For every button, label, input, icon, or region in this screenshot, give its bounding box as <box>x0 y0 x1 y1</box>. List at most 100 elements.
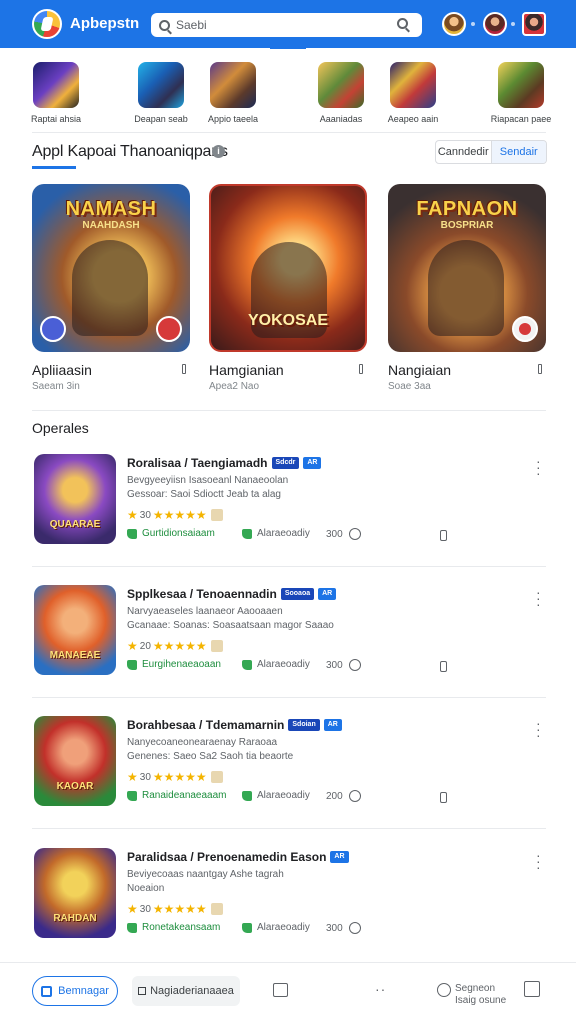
action-link[interactable]: Eurgihenaeaoaan <box>127 659 221 670</box>
icon-row-item[interactable]: Aeapeo aain <box>378 62 448 124</box>
stars-icon: ★★★★★ <box>152 639 207 653</box>
tag-badge: AR <box>323 719 342 731</box>
info-icon[interactable]: i <box>212 145 225 158</box>
clock-icon <box>437 983 451 997</box>
action-link[interactable]: Alaraeoadiy <box>242 790 310 801</box>
action-label: Ronetakeansaam <box>142 922 221 933</box>
list-item[interactable]: RAHDAN Paralidsaa / Prenoenamedin Eason … <box>32 848 546 948</box>
tag-badge: AR <box>318 588 337 600</box>
more-options-icon[interactable]: · · · <box>536 585 541 611</box>
icon-row-item[interactable]: Aaaniadas <box>306 62 376 124</box>
separator-dot <box>471 22 475 26</box>
thumbs-up-icon <box>127 528 137 539</box>
bookmark-icon[interactable] <box>538 364 542 374</box>
action-link[interactable]: Gurtidionsaiaam <box>127 528 215 539</box>
thumbs-up-icon <box>127 659 137 670</box>
home-label: Bemnagar <box>58 985 109 997</box>
search-submit-icon[interactable] <box>397 18 408 29</box>
action-count[interactable]: 300 <box>326 528 361 540</box>
more-icon[interactable]: ·· <box>375 981 386 997</box>
featured-name: Nangiaian <box>388 362 452 378</box>
navigation-button[interactable]: Nagiaderianaaea <box>132 976 240 1006</box>
action-link[interactable]: Ranaideanaeaaam <box>127 790 227 801</box>
tag-badge: Sdoian <box>288 719 320 731</box>
segment-right[interactable]: Sendair <box>491 141 546 163</box>
icon-row-label: Raptai ahsia <box>30 114 82 124</box>
search-input[interactable]: Saebi <box>151 13 422 37</box>
app-genre: Noeaion <box>127 883 165 894</box>
edit-icon[interactable] <box>524 981 540 997</box>
icon-row-item[interactable]: Raptai ahsia <box>21 62 91 124</box>
icon-row-item[interactable]: Deapan seab <box>126 62 196 124</box>
featured-card[interactable]: FAPNAON BOSPRIAR Nangiaian Soae 3aa <box>388 184 546 392</box>
app-title-text: Spplkesaa / Tenoaennadin <box>127 587 277 601</box>
thumbs-up-icon <box>242 790 252 801</box>
hero-figure <box>72 240 148 336</box>
icon-row-item[interactable]: Appio taeela <box>198 62 268 124</box>
list-item[interactable]: MANAEAE Spplkesaa / Tenoaennadin Sooaoa … <box>32 585 546 685</box>
action-link[interactable]: Alaraeoadiy <box>242 922 310 933</box>
device-icon[interactable] <box>440 661 447 672</box>
avatar[interactable] <box>483 12 507 36</box>
share-icon <box>348 790 361 802</box>
app-title: Roralisaa / Taengiamadh Sdcdr AR <box>127 456 322 470</box>
thumbs-up-icon <box>127 790 137 801</box>
list-item[interactable]: QUAARAE Roralisaa / Taengiamadh Sdcdr AR… <box>32 454 546 554</box>
icon-row-item[interactable]: Riapacan paee <box>486 62 556 124</box>
bookmark-icon[interactable] <box>182 364 186 374</box>
rating-value: 30 <box>139 903 151 915</box>
count-label: 300 <box>326 528 343 540</box>
app-title-text: Borahbesaa / Tdemamarnin <box>127 718 285 732</box>
rating: ★ 30 ★★★★★ <box>127 770 223 784</box>
action-count[interactable]: 200 <box>326 790 361 802</box>
updates-button[interactable]: Segneon Isaig osune <box>437 983 506 1007</box>
library-icon[interactable] <box>273 983 288 997</box>
more-options-icon[interactable]: · · · <box>536 848 541 874</box>
rating: ★ 20 ★★★★★ <box>127 639 223 653</box>
featured-card[interactable]: NAMASH NAAHDASH Apliiaasin Saeam 3in <box>32 184 190 392</box>
thumb-label: KAOAR <box>56 781 94 792</box>
home-icon <box>41 985 53 997</box>
action-label: Gurtidionsaiaam <box>142 528 215 539</box>
brand-name: Apbepstn <box>70 15 140 32</box>
avatar[interactable] <box>442 12 466 36</box>
game-icon <box>210 62 256 108</box>
updates-line2: Isaig osune <box>455 995 507 1006</box>
device-icon[interactable] <box>440 530 447 541</box>
bottom-nav: Bemnagar Nagiaderianaaea ·· Segneon Isai… <box>0 962 576 1024</box>
star-icon: ★ <box>127 508 138 522</box>
segment-left[interactable]: Canndedir <box>436 141 492 163</box>
profile-avatar[interactable] <box>522 12 546 36</box>
app-genre: Gcanaae: Soanas: Soasaatsaan magor Saaao <box>127 620 334 631</box>
rating: ★ 30 ★★★★★ <box>127 508 223 522</box>
active-tab-indicator <box>270 46 306 49</box>
search-placeholder: Saebi <box>176 18 207 32</box>
share-icon <box>348 922 361 934</box>
list-title: Operales <box>32 420 89 436</box>
search-icon <box>159 19 170 31</box>
thumb-label: QUAARAE <box>49 519 101 530</box>
device-icon[interactable] <box>440 792 447 803</box>
app-thumbnail: MANAEAE <box>34 585 116 675</box>
icon-row-label: Deapan seab <box>134 114 188 124</box>
action-link[interactable]: Alaraeoadiy <box>242 659 310 670</box>
more-options-icon[interactable]: · · · <box>536 454 541 480</box>
action-label: Ranaideanaeaaam <box>142 790 227 801</box>
list-item[interactable]: KAOAR Borahbesaa / Tdemamarnin Sdoian AR… <box>32 716 546 816</box>
featured-name: Apliiaasin <box>32 362 92 378</box>
action-link[interactable]: Ronetakeansaam <box>127 922 220 933</box>
divider <box>32 410 546 411</box>
featured-card[interactable]: YOKOSAE Hamgianian Apea2 Nao <box>209 184 367 392</box>
home-button[interactable]: Bemnagar <box>32 976 118 1006</box>
app-genre: Gessoar: Saoi Sdioctt Jeab ta alag <box>127 489 281 500</box>
more-options-icon[interactable]: · · · <box>536 716 541 742</box>
navigation-label: Nagiaderianaaea <box>150 985 234 997</box>
section-underline <box>32 166 76 169</box>
bookmark-icon[interactable] <box>359 364 363 374</box>
tag-badge: AR <box>303 457 322 469</box>
action-label: Alaraeoadiy <box>257 528 310 539</box>
action-count[interactable]: 300 <box>326 922 361 934</box>
app-logo-icon[interactable] <box>32 9 62 39</box>
action-link[interactable]: Alaraeoadiy <box>242 528 310 539</box>
action-count[interactable]: 300 <box>326 659 361 671</box>
